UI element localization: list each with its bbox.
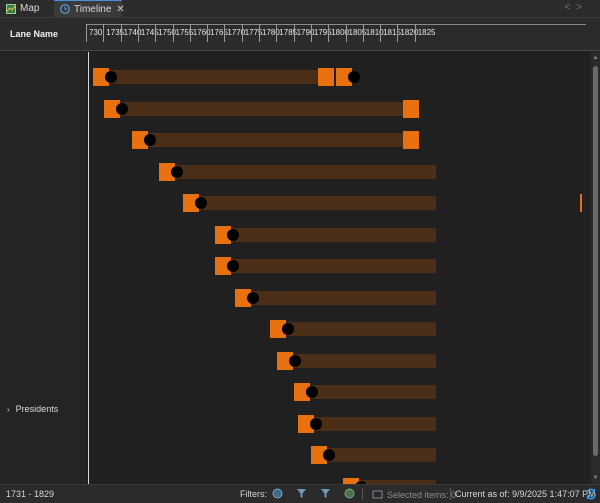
status-separator [450, 488, 451, 500]
nav-next-icon[interactable]: > [576, 2, 588, 13]
time-ruler[interactable]: 730 1735 1740 1745 1750 1755 1760 1765 1770 1775 1… [86, 24, 588, 42]
event-bar[interactable] [214, 227, 436, 242]
lane-name-header: Lane Name [10, 29, 59, 39]
scroll-up-icon[interactable]: ▲ [592, 55, 599, 61]
vertical-scrollbar[interactable]: ▲ ▼ [591, 52, 600, 484]
ruler-tick: 1825 [414, 24, 435, 42]
event-point-marker[interactable] [115, 102, 128, 115]
refresh-icon[interactable] [585, 488, 597, 500]
event-end-marker[interactable] [318, 68, 335, 86]
filter-extent-icon[interactable] [320, 488, 331, 499]
tab-nav-arrows: <> [564, 2, 588, 13]
tab-map[interactable]: Map [0, 0, 48, 17]
filter-map-icon[interactable] [344, 488, 355, 499]
time-range-text: 1731 - 1829 [6, 489, 55, 499]
globe-filter-icon[interactable] [272, 488, 283, 499]
event-point-marker[interactable] [309, 417, 322, 430]
event-point-marker[interactable] [226, 228, 239, 241]
event-bar[interactable] [269, 322, 436, 336]
nav-prev-icon[interactable]: < [564, 2, 576, 13]
event-point-marker[interactable] [281, 323, 294, 335]
scrollbar-thumb[interactable] [593, 66, 598, 456]
event-end-marker[interactable] [402, 131, 419, 149]
event-point-marker[interactable] [171, 165, 184, 178]
event-bar[interactable] [93, 70, 326, 84]
event-point-marker[interactable] [143, 134, 156, 146]
ruler-tick: 730 [86, 24, 102, 42]
filter-layer-icon[interactable] [296, 488, 307, 499]
event-bar[interactable] [159, 164, 436, 179]
lane-sidebar: › Presidents [0, 52, 87, 484]
event-bar[interactable] [103, 101, 419, 116]
tab-timeline-label: Timeline [74, 3, 112, 15]
tab-bar: Map Timeline ✕ <> [0, 0, 600, 18]
event-end-marker[interactable] [402, 99, 419, 118]
selected-items: Selected items: 0 [372, 489, 456, 500]
event-bar[interactable] [235, 290, 436, 305]
time-cursor-line [88, 52, 89, 484]
tab-timeline[interactable]: Timeline ✕ [54, 0, 125, 17]
event-point-marker[interactable] [288, 354, 301, 367]
filters-label: Filters: [240, 489, 267, 499]
lane-presidents[interactable]: › Presidents [7, 404, 58, 414]
lane-label: Presidents [15, 404, 59, 414]
selected-items-text: Selected items: 0 [387, 489, 457, 500]
event-point-marker[interactable] [247, 291, 260, 304]
event-bar[interactable] [183, 196, 436, 210]
timeline-icon [60, 4, 70, 14]
tab-map-label: Map [20, 3, 40, 14]
event-end-tick [580, 194, 582, 212]
event-bar[interactable] [214, 259, 436, 273]
event-point-marker[interactable] [226, 260, 239, 272]
event-bar[interactable] [131, 133, 419, 147]
event-point-marker[interactable] [348, 71, 361, 83]
chevron-right-icon[interactable]: › [7, 405, 10, 414]
map-icon [6, 3, 16, 14]
close-icon[interactable]: ✕ [116, 4, 124, 15]
selection-icon [372, 490, 383, 499]
status-separator [362, 488, 363, 500]
current-as-of: Current as of: 9/9/2025 1:47:07 PM [455, 489, 596, 499]
timeline-plot[interactable] [86, 52, 589, 484]
scroll-down-icon[interactable]: ▼ [592, 475, 599, 481]
status-bar: 1731 - 1829 Filters: Selected items: 0 C… [0, 484, 600, 503]
